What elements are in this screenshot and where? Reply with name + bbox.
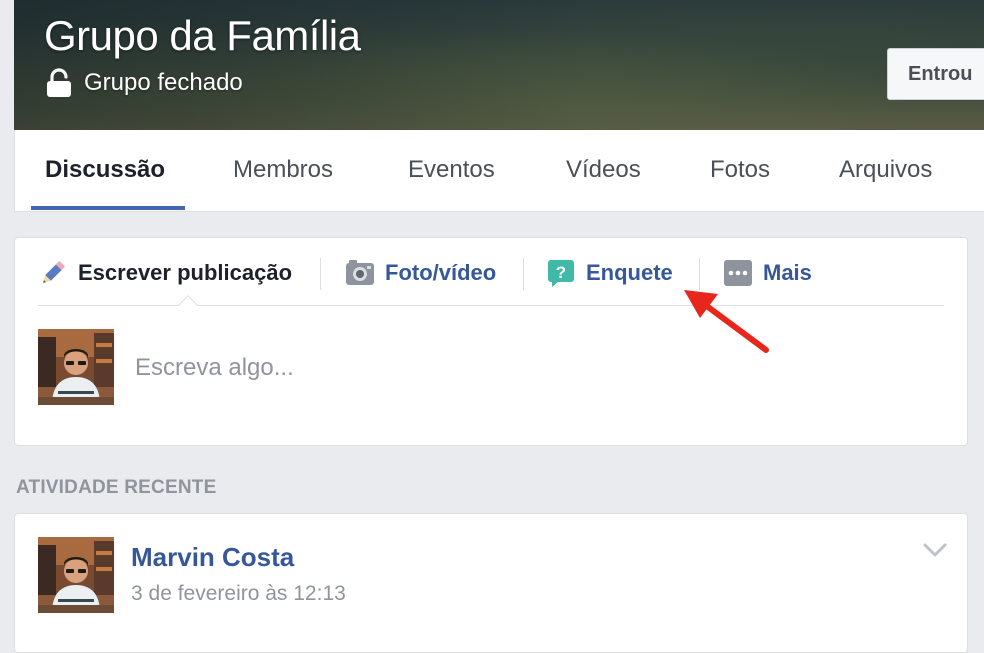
group-cover: Grupo da Família Grupo fechado Entrou bbox=[14, 0, 984, 130]
joined-button[interactable]: Entrou bbox=[887, 48, 984, 100]
tab-videos[interactable]: Vídeos bbox=[566, 156, 641, 184]
action-separator bbox=[523, 258, 524, 290]
poll-label: Enquete bbox=[586, 260, 673, 285]
svg-text:?: ? bbox=[556, 263, 566, 282]
photo-video-label: Foto/vídeo bbox=[385, 260, 497, 285]
tab-fotos[interactable]: Fotos bbox=[710, 156, 770, 184]
unlocked-padlock-icon bbox=[47, 68, 71, 97]
recent-activity-heading: ATIVIDADE RECENTE bbox=[16, 477, 217, 498]
group-tabs: Discussão Membros Eventos Vídeos Fotos A… bbox=[14, 130, 984, 212]
post-timestamp[interactable]: 3 de fevereiro às 12:13 bbox=[131, 582, 346, 606]
privacy-label: Grupo fechado bbox=[84, 69, 243, 96]
write-post-label: Escrever publicação bbox=[78, 260, 293, 285]
avatar[interactable] bbox=[38, 329, 114, 405]
composer-actions: Escrever publicação Foto/vídeo ? Enquete bbox=[15, 238, 967, 306]
action-separator bbox=[320, 258, 321, 290]
red-arrow-annotation bbox=[684, 290, 769, 353]
post-author-name[interactable]: Marvin Costa bbox=[131, 542, 294, 573]
avatar[interactable] bbox=[38, 537, 114, 613]
write-something-input[interactable] bbox=[135, 350, 915, 386]
active-tab-indicator bbox=[31, 206, 185, 210]
tab-discussao[interactable]: Discussão bbox=[45, 156, 165, 184]
tab-eventos[interactable]: Eventos bbox=[408, 156, 495, 184]
chevron-down-icon[interactable] bbox=[921, 540, 949, 560]
group-title[interactable]: Grupo da Família bbox=[44, 12, 361, 60]
post-card: Marvin Costa 3 de fevereiro às 12:13 bbox=[14, 513, 968, 653]
tab-membros[interactable]: Membros bbox=[233, 156, 333, 184]
poll-button[interactable]: ? Enquete bbox=[546, 258, 673, 288]
post-composer: Escrever publicação Foto/vídeo ? Enquete bbox=[14, 237, 968, 446]
user-photo bbox=[38, 537, 114, 613]
composer-divider bbox=[38, 305, 944, 306]
photo-video-button[interactable]: Foto/vídeo bbox=[345, 258, 496, 288]
tab-arquivos[interactable]: Arquivos bbox=[839, 156, 932, 184]
camera-icon bbox=[346, 260, 374, 285]
user-photo bbox=[38, 329, 114, 405]
poll-question-icon: ? bbox=[548, 260, 574, 287]
write-post-button[interactable]: Escrever publicação bbox=[38, 258, 292, 288]
group-privacy: Grupo fechado bbox=[46, 68, 243, 98]
pencil-icon bbox=[43, 260, 66, 283]
